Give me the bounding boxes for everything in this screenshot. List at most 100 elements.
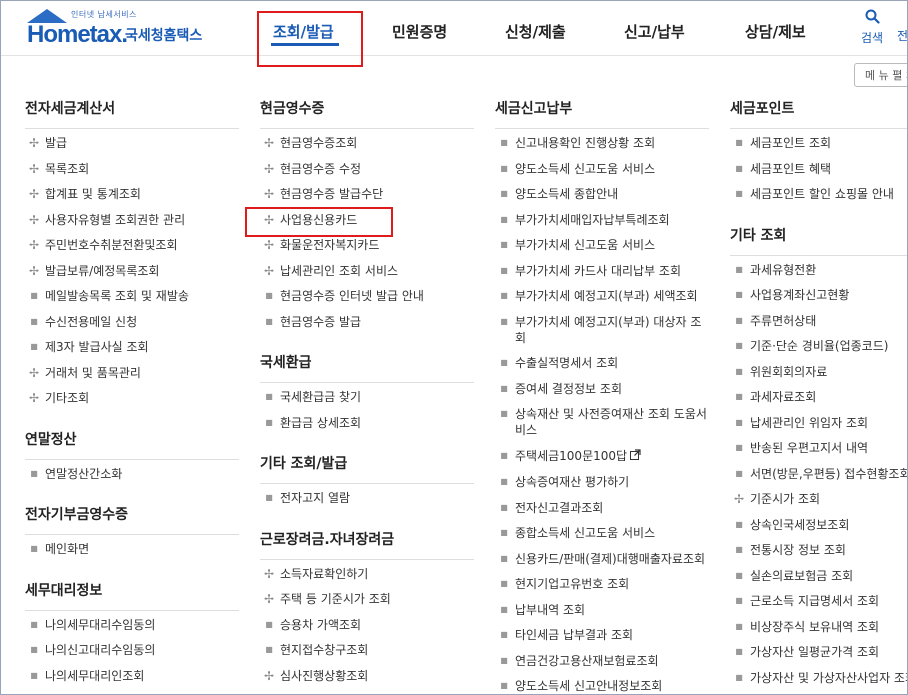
menu-item[interactable]: ■ 나의세무대리인조회 <box>25 668 239 684</box>
nav-item-certificates[interactable]: 민원증명 <box>392 21 447 42</box>
menu-item[interactable]: ■ 현지접수창구조회 <box>260 642 474 658</box>
menu-item[interactable]: ✢ 납세관리인 조회 서비스 <box>260 263 474 279</box>
menu-item[interactable]: ■ 승용차 가액조회 <box>260 617 474 633</box>
bullet-icon: ■ <box>735 163 743 173</box>
menu-item[interactable]: ✢ 주택 등 기준시가 조회 <box>260 591 474 607</box>
menu-item[interactable]: ✢ 사용자유형별 조회권한 관리 <box>25 212 239 228</box>
menu-item[interactable]: ■ 서면(방문,우편등) 접수현황조회 <box>730 466 907 482</box>
bullet-icon: ■ <box>735 189 743 198</box>
menu-item[interactable]: ■ 메인화면 <box>25 541 239 557</box>
menu-item[interactable]: ■ 세금포인트 할인 쇼핑몰 안내 <box>730 186 907 202</box>
menu-item[interactable]: ■ 전통시장 정보 조회 <box>730 542 907 558</box>
menu-item[interactable]: ■ 근로소득 지급명세서 조회 <box>730 593 907 609</box>
menu-item[interactable]: ■ 실손의료보험금 조회 <box>730 568 907 584</box>
menu-expand-button[interactable]: 메 뉴 펼 쳐 <box>854 63 907 87</box>
menu-item[interactable]: ✢ 기준시가 조회 <box>730 491 907 507</box>
menu-item[interactable]: ■ 세금포인트 혜택 <box>730 161 907 177</box>
menu-item[interactable]: ■ 부가가치세 카드사 대리납부 조회 <box>495 263 709 279</box>
menu-item[interactable]: ■ 기준·단순 경비율(업종코드) <box>730 338 907 354</box>
menu-item[interactable]: ■ 나의세무대리수임동의 <box>25 617 239 633</box>
menu-item[interactable]: ■ 환급금 상세조회 <box>260 415 474 431</box>
menu-item[interactable]: ■ 신고내용확인 진행상황 조회 <box>495 135 709 151</box>
menu-item[interactable]: ■ 현금영수증 인터넷 발급 안내 <box>260 288 474 304</box>
menu-item[interactable]: ■ 연말정산간소화 <box>25 466 239 482</box>
menu-item[interactable]: ✢ 현금영수증 수정 <box>260 161 474 177</box>
bullet-icon: ■ <box>30 342 38 351</box>
nav-item-report-pay[interactable]: 신고/납부 <box>624 21 685 42</box>
nav-item-consult-report[interactable]: 상담/제보 <box>745 21 806 42</box>
menu-item[interactable]: ■ 양도소득세 신고안내정보조회 <box>495 678 709 694</box>
menu-item[interactable]: ■ 부가가치세 신고도움 서비스 <box>495 237 709 253</box>
menu-item[interactable]: ✢ 목록조회 <box>25 161 239 177</box>
menu-item[interactable]: ■ 위원회회의자료 <box>730 364 907 380</box>
plus-expand-icon: ✢ <box>28 263 40 278</box>
menu-item-label: 주택세금100문100답 <box>515 448 628 463</box>
menu-item[interactable]: ■ 납세관리인 위임자 조회 <box>730 415 907 431</box>
menu-item[interactable]: ■ 과세유형전환 <box>730 262 907 278</box>
hometax-logo[interactable]: 인터넷 납세서비스 Hometax. 국세청홈택스 <box>23 7 213 49</box>
menu-item[interactable]: ✢ 소득자료확인하기 <box>260 566 474 582</box>
menu-item[interactable]: ■ 납부내역 조회 <box>495 602 709 618</box>
menu-item[interactable]: ■ 메일발송목록 조회 및 재발송 <box>25 288 239 304</box>
bullet-icon: ■ <box>30 291 38 300</box>
menu-item[interactable]: ✢ 발급보류/예정목록조회 <box>25 263 239 279</box>
menu-item[interactable]: ■ 가상자산 일평균가격 조회 <box>730 644 907 660</box>
menu-item[interactable]: ■ 양도소득세 종합안내 <box>495 186 709 202</box>
menu-item[interactable]: ■ 부가가치세매입자납부특례조회 <box>495 212 709 228</box>
menu-item[interactable]: ■ 부가가치세 예정고지(부과) 세액조회 <box>495 288 709 304</box>
menu-item-label: 거래처 및 품목관리 <box>45 365 141 380</box>
menu-item[interactable]: ■ 상속재산 및 사전증여재산 조회 도움서비스 <box>495 406 709 438</box>
menu-item[interactable]: ✢ 합계표 및 통계조회 <box>25 186 239 202</box>
menu-item[interactable]: ✢ 거래처 및 품목관리 <box>25 365 239 381</box>
menu-item[interactable]: ■ 신용카드/판매(결제)대행매출자료조회 <box>495 551 709 567</box>
nav-item-apply-submit[interactable]: 신청/제출 <box>505 21 566 42</box>
menu-item[interactable]: ■ 전자고지 열람 <box>260 490 474 506</box>
menu-item-label: 현금영수증 발급수단 <box>280 187 384 201</box>
bullet-icon: ■ <box>265 645 273 654</box>
menu-item[interactable]: ■ 제3자 발급사실 조회 <box>25 339 239 355</box>
menu-item[interactable]: ■ 증여세 결정정보 조회 <box>495 381 709 397</box>
menu-item-label: 발급보류/예정목록조회 <box>45 263 160 278</box>
menu-item[interactable]: ■ 세금포인트 조회 <box>730 135 907 151</box>
menu-item[interactable]: ■ 연금건강고용산재보험료조회 <box>495 653 709 669</box>
bullet-icon: ■ <box>735 443 743 452</box>
section-title: 연말정산 <box>25 428 239 460</box>
menu-item[interactable]: ■ 비상장주식 보유내역 조회 <box>730 619 907 635</box>
menu-item[interactable]: ■ 현금영수증 발급 <box>260 314 474 330</box>
menu-item[interactable]: ■ 반송된 우편고지서 내역 <box>730 440 907 456</box>
section-title: 국세환급 <box>260 351 474 383</box>
menu-item[interactable]: ■ 과세자료조회 <box>730 389 907 405</box>
menu-item[interactable]: ■ 국세환급금 찾기 <box>260 389 474 405</box>
bullet-icon: ■ <box>735 341 743 350</box>
menu-item[interactable]: ■ 부가가치세 예정고지(부과) 대상자 조회 <box>495 314 709 346</box>
menu-item[interactable]: ■ 상속증여재산 평가하기 <box>495 474 709 490</box>
menu-item-label: 현금영수증 수정 <box>280 161 362 176</box>
menu-item[interactable]: ■ 나의신고대리수임동의 <box>25 642 239 658</box>
menu-item[interactable]: ■ 타인세금 납부결과 조회 <box>495 627 709 643</box>
menu-item-label: 발급 <box>45 136 68 150</box>
menu-item[interactable]: ✢ 주민번호수취분전환및조회 <box>25 237 239 253</box>
menu-item[interactable]: ■ 현지기업고유번호 조회 <box>495 576 709 592</box>
menu-item[interactable]: ■ 수신전용메일 신청 <box>25 314 239 330</box>
menu-item[interactable]: ✢ 현금영수증조회 <box>260 135 474 151</box>
menu-item[interactable]: ■ 주류면허상태 <box>730 313 907 329</box>
bullet-icon: ■ <box>500 681 508 690</box>
menu-item[interactable]: ■ 사업용계좌신고현황 <box>730 287 907 303</box>
search-button[interactable]: 검색 <box>855 9 889 46</box>
menu-item[interactable]: ✢ 화물운전자복지카드 <box>260 237 474 253</box>
external-link-icon <box>630 448 641 465</box>
menu-item[interactable]: ■ 양도소득세 신고도움 서비스 <box>495 161 709 177</box>
bullet-icon: ■ <box>735 570 743 580</box>
menu-item[interactable]: ✢ 심사진행상황조회 <box>260 668 474 684</box>
menu-item[interactable]: ■ 전자신고결과조회 <box>495 500 709 516</box>
menu-item[interactable]: ■ 상속인국세정보조회 <box>730 517 907 533</box>
menu-item[interactable]: ■ 주택세금100문100답 <box>495 448 709 465</box>
menu-item[interactable]: ✢ 기타조회 <box>25 390 239 406</box>
menu-item[interactable]: ■ 가상자산 및 가상자산사업자 조회 <box>730 670 907 686</box>
menu-item[interactable]: ✢ 현금영수증 발급수단 <box>260 186 474 202</box>
nav-more-truncated[interactable]: 전 <box>897 27 907 44</box>
site-header: 인터넷 납세서비스 Hometax. 국세청홈택스 조회/발급 민원증명 신청/… <box>1 1 907 56</box>
menu-item[interactable]: ■ 수출실적명세서 조회 <box>495 355 709 371</box>
menu-item[interactable]: ✢ 발급 <box>25 135 239 151</box>
menu-item[interactable]: ■ 종합소득세 신고도움 서비스 <box>495 525 709 541</box>
